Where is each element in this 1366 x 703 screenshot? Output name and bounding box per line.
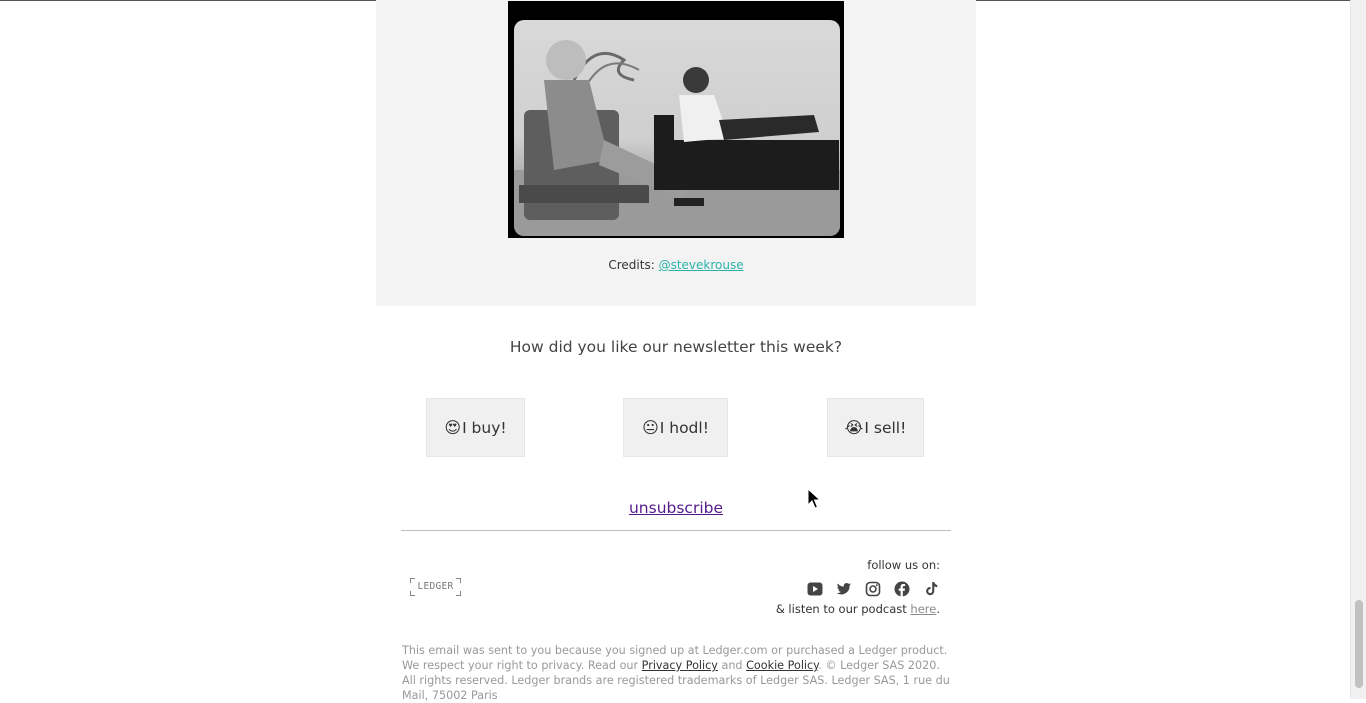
vote-hodl-label: I hodl!: [659, 418, 709, 437]
facebook-icon[interactable]: [893, 580, 911, 598]
vote-sell-label: I sell!: [864, 418, 907, 437]
ledger-logo-text: LEDGER: [417, 581, 454, 592]
unsubscribe-link[interactable]: unsubscribe: [629, 499, 723, 517]
follow-us-label: follow us on:: [867, 558, 940, 572]
podcast-suffix: .: [936, 602, 940, 616]
image-credits: Credits: @stevekrouse: [376, 258, 976, 272]
mouse-pointer-icon: [807, 488, 821, 509]
neutral-face-emoji-icon: 😐: [642, 418, 659, 437]
unsubscribe-container: unsubscribe: [376, 499, 976, 517]
credits-label: Credits:: [608, 258, 659, 272]
cookie-policy-link[interactable]: Cookie Policy: [746, 659, 818, 672]
instagram-icon[interactable]: [864, 580, 882, 598]
youtube-icon[interactable]: [806, 580, 824, 598]
privacy-policy-link[interactable]: Privacy Policy: [642, 659, 718, 672]
tiktok-icon[interactable]: [922, 580, 940, 598]
legal-and: and: [717, 659, 747, 672]
therapy-scene-illustration: [514, 40, 840, 236]
image-panel: Credits: @stevekrouse: [376, 0, 976, 306]
footer-divider: [401, 530, 951, 531]
heart-eyes-emoji-icon: 😍: [444, 418, 462, 437]
podcast-line: & listen to our podcast here.: [700, 602, 940, 616]
vote-buy-button[interactable]: 😍 I buy!: [426, 398, 525, 457]
photo-frame: [514, 20, 840, 236]
podcast-link[interactable]: here: [910, 602, 936, 616]
podcast-prefix: & listen to our podcast: [775, 602, 911, 616]
ledger-logo: LEDGER: [410, 578, 461, 596]
page-scrollbar[interactable]: [1350, 0, 1366, 699]
scrollbar-thumb[interactable]: [1355, 600, 1363, 688]
vote-sell-button[interactable]: 😭 I sell!: [827, 398, 924, 457]
feedback-question: How did you like our newsletter this wee…: [509, 338, 843, 356]
vote-hodl-button[interactable]: 😐 I hodl!: [623, 398, 728, 457]
vote-buy-label: I buy!: [462, 418, 507, 437]
legal-notice: This email was sent to you because you s…: [402, 643, 950, 703]
newsletter-photo: [508, 1, 844, 238]
twitter-icon[interactable]: [835, 580, 853, 598]
crying-face-emoji-icon: 😭: [844, 418, 864, 437]
social-links: [806, 580, 942, 598]
credits-link[interactable]: @stevekrouse: [659, 258, 744, 272]
